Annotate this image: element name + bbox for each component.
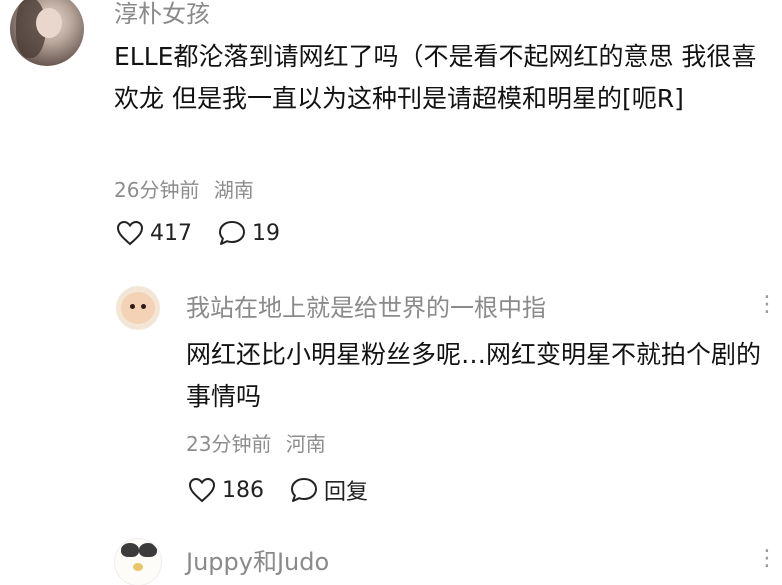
reply-time: 23分钟前 xyxy=(186,432,272,456)
comment-count-button[interactable]: 19 xyxy=(218,220,280,246)
comment-location: 湖南 xyxy=(213,178,254,202)
comment-username[interactable]: 淳朴女孩 xyxy=(114,0,210,29)
avatar[interactable] xyxy=(114,538,162,585)
heart-icon xyxy=(188,477,216,503)
avatar-face xyxy=(36,8,62,38)
speech-bubble-icon xyxy=(219,221,245,245)
more-options-icon[interactable]: ⋮⋮ xyxy=(756,292,782,317)
avatar-eye xyxy=(141,304,146,309)
comment-thread: 淳朴女孩 ELLE都沦落到请网红了吗（不是看不起网红的意思 我很喜欢龙 但是我一… xyxy=(0,0,782,585)
comment-meta: 26分钟前 湖南 xyxy=(114,174,254,203)
avatar[interactable] xyxy=(116,286,160,330)
reply-meta: 23分钟前 河南 xyxy=(186,428,326,457)
avatar-patch xyxy=(139,543,157,557)
like-button[interactable]: 417 xyxy=(116,220,192,246)
reply-label: 回复 xyxy=(324,480,369,505)
heart-icon xyxy=(116,220,144,246)
like-button[interactable]: 186 xyxy=(188,477,264,503)
avatar-face xyxy=(121,292,155,324)
like-count: 186 xyxy=(222,477,264,503)
comment-text: ELLE都沦落到请网红了吗（不是看不起网红的意思 我很喜欢龙 但是我一直以为这种… xyxy=(114,42,757,113)
speech-bubble-icon xyxy=(291,478,317,502)
comment-count: 19 xyxy=(252,220,280,246)
comment-actions: 417 19 xyxy=(116,220,306,246)
avatar-patch xyxy=(121,543,139,557)
more-options-icon[interactable]: ⋮⋮ xyxy=(756,546,782,571)
reply-actions: 186 回复 xyxy=(188,474,394,506)
reply-text: 网红还比小明星粉丝多呢…网红变明星不就拍个剧的事情吗 xyxy=(186,340,762,411)
reply-button[interactable]: 回复 xyxy=(290,474,368,506)
reply-username[interactable]: 我站在地上就是给世界的一根中指 xyxy=(186,288,546,323)
reply-location: 河南 xyxy=(285,432,326,456)
reply-username[interactable]: Juppy和Judo xyxy=(186,542,329,577)
avatar[interactable] xyxy=(10,0,84,66)
like-count: 417 xyxy=(150,220,192,246)
comment-time: 26分钟前 xyxy=(114,178,200,202)
avatar-eye xyxy=(130,304,135,309)
avatar-nose xyxy=(133,563,143,571)
